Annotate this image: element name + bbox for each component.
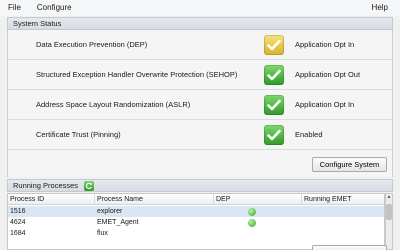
check-icon[interactable] (264, 65, 284, 85)
status-label-aslr: Address Space Layout Randomization (ASLR… (36, 100, 191, 109)
scroll-up-icon[interactable]: ▲ (386, 194, 392, 201)
dep-enabled-icon (248, 219, 256, 227)
status-value-dep: Application Opt In (295, 40, 355, 49)
status-row-aslr: Address Space Layout Randomization (ASLR… (8, 90, 392, 120)
cell-pid: 1684 (10, 230, 26, 237)
check-icon[interactable] (264, 95, 284, 115)
status-label-sehop: Structured Exception Handler Overwrite P… (36, 70, 238, 79)
check-icon[interactable] (264, 125, 284, 145)
partial-button[interactable] (312, 245, 387, 250)
status-row-pinning: Certificate Trust (Pinning) Enabled (8, 120, 392, 150)
menu-bar: File Configure Help (0, 0, 400, 16)
system-status-title: System Status (13, 19, 62, 28)
refresh-icon[interactable] (84, 180, 95, 191)
system-status-header: System Status (7, 17, 393, 30)
column-process-id[interactable]: Process ID (8, 194, 95, 205)
running-processes-header: Running Processes (7, 179, 393, 192)
table-header: Process ID Process Name DEP Running EMET (8, 194, 384, 205)
configure-system-button[interactable]: Configure System (312, 157, 387, 172)
status-label-dep: Data Execution Prevention (DEP) (36, 40, 148, 49)
menu-configure[interactable]: Configure (29, 0, 80, 16)
processes-table: Process ID Process Name DEP Running EMET… (7, 193, 385, 250)
scroll-thumb[interactable] (386, 204, 392, 220)
column-dep[interactable]: DEP (214, 194, 302, 205)
table-scrollbar[interactable]: ▲ (385, 193, 393, 250)
table-row[interactable]: 1516 explorer (8, 206, 384, 217)
status-label-pinning: Certificate Trust (Pinning) (36, 130, 121, 139)
dep-enabled-icon (248, 208, 256, 216)
cell-name: explorer (97, 208, 123, 215)
running-processes-title: Running Processes (13, 181, 79, 190)
system-status-panel: Data Execution Prevention (DEP) Applicat… (7, 30, 393, 177)
cell-pid: 1516 (10, 208, 26, 215)
table-row[interactable]: 4624 EMET_Agent (8, 217, 384, 228)
check-icon[interactable] (264, 35, 284, 55)
cell-pid: 4624 (10, 219, 26, 226)
status-value-sehop: Application Opt Out (295, 70, 361, 79)
status-row-sehop: Structured Exception Handler Overwrite P… (8, 60, 392, 90)
column-process-name[interactable]: Process Name (95, 194, 214, 205)
menu-help[interactable]: Help (364, 0, 400, 16)
status-value-aslr: Application Opt In (295, 100, 355, 109)
table-row[interactable]: 1684 flux (8, 228, 384, 239)
column-running-emet[interactable]: Running EMET (302, 194, 384, 205)
cell-name: flux (97, 230, 108, 237)
menu-file[interactable]: File (0, 0, 29, 16)
status-row-dep: Data Execution Prevention (DEP) Applicat… (8, 30, 392, 60)
status-value-pinning: Enabled (295, 130, 323, 139)
cell-name: EMET_Agent (97, 219, 139, 226)
